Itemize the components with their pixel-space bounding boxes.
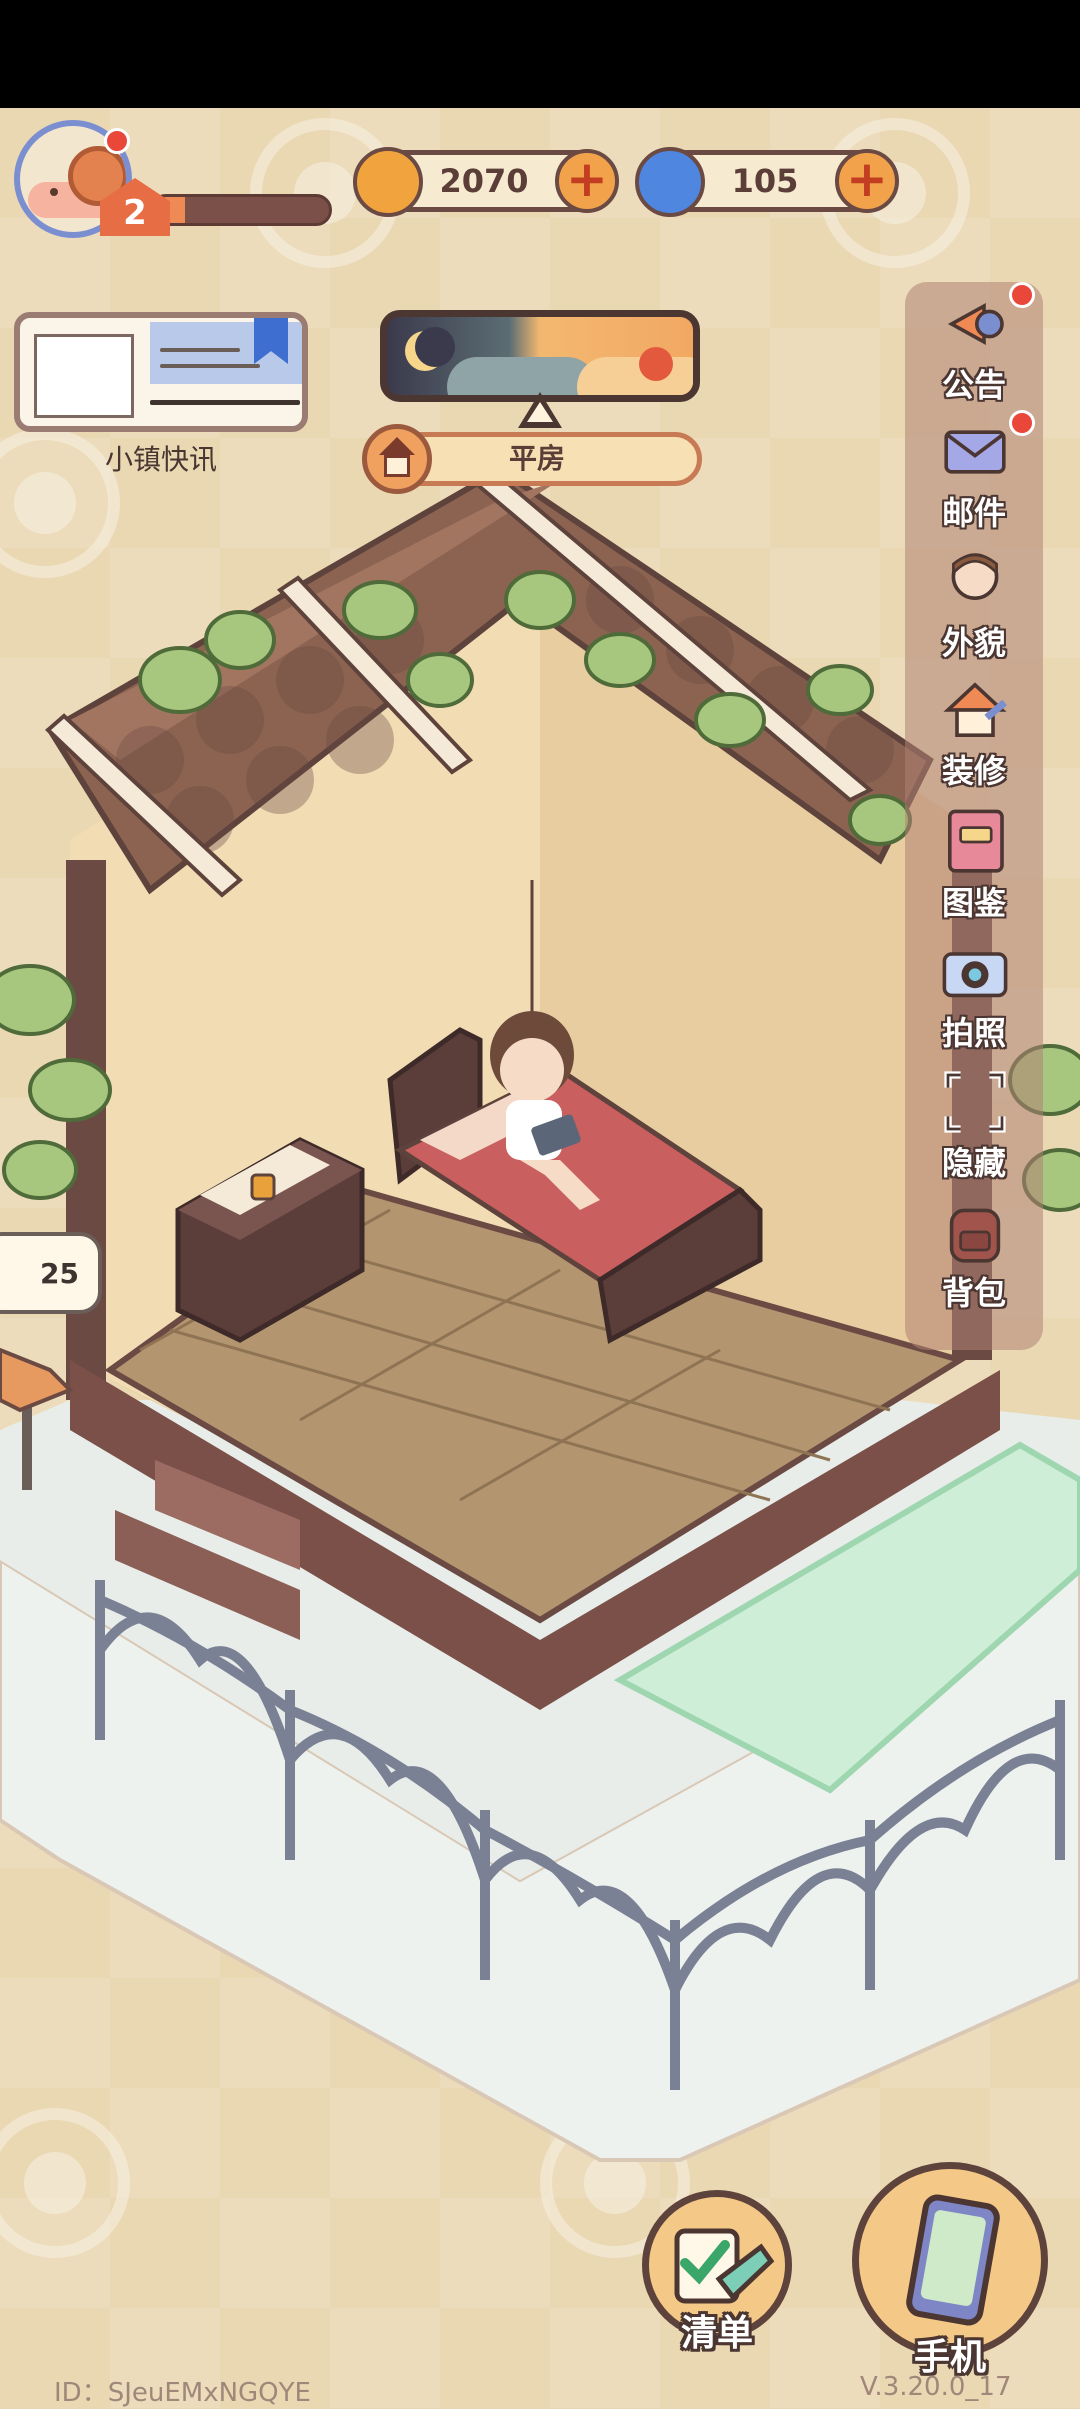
menu-item-label: 邮件	[941, 494, 1006, 532]
news-signature	[150, 400, 300, 405]
add-gems-button[interactable]: +	[835, 149, 899, 213]
menu-item-mail[interactable]: 邮件	[905, 410, 1043, 538]
notification-dot	[104, 128, 130, 154]
checklist-label: 清单	[680, 2313, 753, 2354]
mail-icon	[944, 430, 1006, 474]
menu-item-announcement[interactable]: 公告	[905, 282, 1043, 410]
coins-counter[interactable]: 2070 +	[353, 147, 619, 217]
coins-value: 2070	[439, 162, 529, 200]
announcement-icon	[947, 302, 1004, 346]
xp-progress-bar	[150, 194, 332, 226]
news-line	[160, 348, 240, 352]
collection-book-icon	[948, 809, 1004, 873]
news-line	[160, 364, 260, 368]
day-night-weather-indicator[interactable]	[380, 310, 700, 402]
menu-item-label: 拍照	[941, 1014, 1006, 1052]
menu-item-appearance[interactable]: 外貌	[905, 540, 1043, 668]
avatar-eye	[50, 188, 58, 196]
menu-item-backpack[interactable]: 背包	[905, 1190, 1043, 1318]
moon-icon	[405, 327, 455, 371]
notification-dot	[1009, 282, 1035, 308]
swirl-gem-icon	[635, 147, 705, 217]
sun-icon	[639, 347, 673, 381]
menu-item-label: 公告	[941, 366, 1006, 404]
phone-icon	[906, 2194, 1000, 2326]
menu-item-decorate[interactable]: 装修	[905, 668, 1043, 796]
hide-ui-icon	[944, 1071, 1006, 1133]
house-icon	[362, 424, 432, 494]
version-label: V.3.20.0_17	[860, 2372, 1012, 2402]
menu-item-hide-ui[interactable]: 隐藏	[905, 1060, 1043, 1188]
visitor-count-bubble[interactable]: 25	[0, 1232, 102, 1314]
time-pointer-icon	[518, 392, 562, 428]
add-coins-button[interactable]: +	[555, 149, 619, 213]
menu-item-label: 外貌	[941, 624, 1006, 662]
menu-item-camera[interactable]: 拍照	[905, 930, 1043, 1058]
backpack-icon	[949, 1208, 1001, 1263]
gems-value: 105	[731, 162, 799, 200]
gems-counter[interactable]: 105 +	[635, 147, 899, 217]
notification-dot	[1009, 410, 1035, 436]
camera-icon	[942, 952, 1008, 998]
newspaper-icon	[34, 334, 134, 418]
menu-item-label: 背包	[941, 1274, 1006, 1312]
menu-item-label: 装修	[941, 752, 1006, 790]
town-news-label: 小镇快讯	[104, 443, 217, 476]
town-news-card[interactable]	[14, 312, 308, 432]
visitor-count: 25	[40, 1257, 79, 1290]
appearance-icon	[951, 553, 999, 600]
player-id: ID：SJeuEMxNGQYE	[54, 2378, 311, 2408]
menu-item-label: 图鉴	[941, 884, 1006, 922]
menu-item-label: 隐藏	[941, 1144, 1006, 1182]
coin-icon	[353, 147, 423, 217]
decorate-icon	[943, 682, 1007, 737]
menu-item-collection-book[interactable]: 图鉴	[905, 800, 1043, 928]
